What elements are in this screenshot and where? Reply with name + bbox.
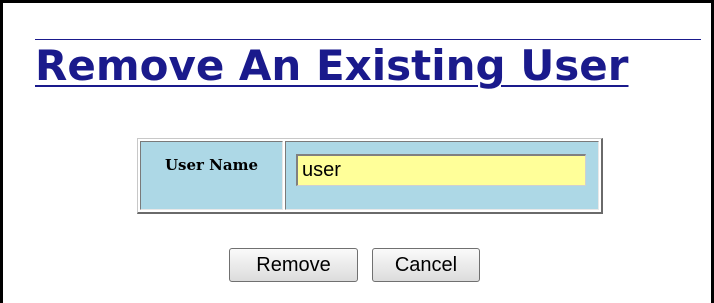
- remove-user-form: User Name: [137, 138, 603, 214]
- user-name-input-cell: [285, 141, 599, 210]
- user-name-label-cell: User Name: [140, 141, 283, 210]
- user-name-label: User Name: [164, 156, 259, 174]
- page-frame: Remove An Existing User User Name Remove…: [0, 0, 714, 303]
- user-name-row: User Name: [140, 141, 599, 210]
- action-buttons: Remove Cancel: [229, 248, 480, 282]
- page-title: Remove An Existing User: [35, 41, 629, 90]
- title-section: Remove An Existing User: [35, 39, 701, 92]
- cancel-button[interactable]: Cancel: [372, 248, 480, 282]
- remove-button[interactable]: Remove: [229, 248, 358, 282]
- user-name-input[interactable]: [296, 154, 586, 186]
